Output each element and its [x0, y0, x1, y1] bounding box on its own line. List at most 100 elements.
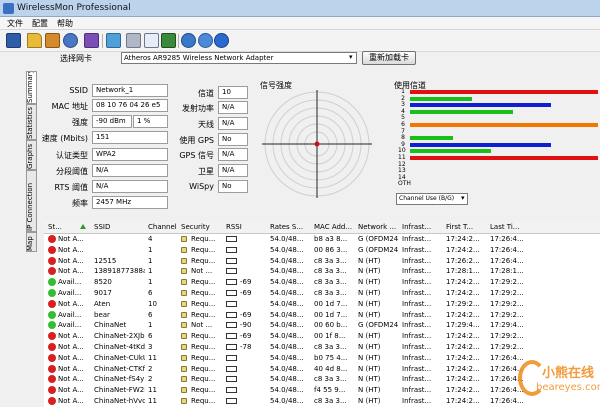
lock-icon	[181, 322, 187, 329]
table-row[interactable]: Avail... ChinaNet 1 Not ... -90 54.0/48... 00 …	[44, 320, 600, 331]
cell-security: Requ...	[191, 289, 216, 297]
cell-ssid: ChinaNet-2XJb	[94, 332, 145, 341]
cell-network: N (HT)	[358, 310, 381, 319]
cell-rates: 54.0/48...	[270, 321, 304, 330]
table-row[interactable]: Not A... 12515 1 Requ... 54.0/48... c8 3a 3..…	[44, 256, 600, 267]
column-header-network[interactable]: Network ...	[358, 223, 399, 231]
table-row[interactable]: Avail... bear 6 Requ... -69 54.0/48... 00 1d 7…	[44, 310, 600, 321]
table-row[interactable]: Not A... ChinaNet-fS4y 2 Requ... 54.0/48... c…	[44, 374, 600, 385]
table-row[interactable]: Not A... 4 Requ... 54.0/48... b8 a3 8... G (O…	[44, 234, 600, 245]
window-title: WirelessMon Professional	[17, 3, 131, 13]
table-row[interactable]: Not A... ChinaNet-CUkU 11 Requ... 54.0/48...…	[44, 353, 600, 364]
sort-ascending-icon[interactable]	[80, 224, 86, 229]
column-header-first-seen[interactable]: First T...	[446, 223, 487, 231]
strength-dbm-field: -90 dBm	[92, 115, 132, 128]
column-header-last-seen[interactable]: Last Ti...	[490, 223, 597, 231]
cell-channel: 11	[148, 386, 157, 395]
cell-infra: Infrast...	[402, 332, 432, 341]
cell-network: N (HT)	[358, 397, 381, 405]
checklist-icon[interactable]	[144, 33, 159, 48]
adapter-label: 选择网卡	[60, 54, 92, 63]
help-icon[interactable]	[198, 33, 213, 48]
table-row[interactable]: Not A... ChinaNet-2XJb 6 Requ... -69 54.0/48.…	[44, 331, 600, 342]
table-row[interactable]: Not A... 13891877388a 1 Not ... 54.0/48... c8…	[44, 266, 600, 277]
table-row[interactable]: Not A... 1 Requ... 54.0/48... 00 86 3... G (O…	[44, 245, 600, 256]
frag-threshold-label: 分段阈值	[56, 167, 88, 176]
cell-ssid: ChinaNet-CTKf	[94, 364, 145, 373]
signal-point	[314, 141, 320, 147]
channel-mode-select[interactable]: Channel Use (B/G)	[396, 193, 468, 205]
cell-ssid: 8520	[94, 278, 112, 287]
menu-config[interactable]: 配置	[32, 18, 48, 29]
chevron-down-icon[interactable]: ▾	[349, 53, 356, 63]
cell-infra: Infrast...	[402, 278, 432, 287]
unavailable-status-icon	[48, 397, 56, 405]
cell-first-seen: 17:24:2...	[446, 245, 480, 254]
cell-rates: 54.0/48...	[270, 278, 304, 287]
cell-last-seen: 17:29:2...	[490, 343, 524, 351]
column-header-infra[interactable]: Infrast...	[402, 223, 443, 231]
table-row[interactable]: Not A... ChinaNet-FW2K 11 Requ... 54.0/48...…	[44, 385, 600, 396]
cell-rssi: -69	[240, 289, 252, 297]
refresh-icon[interactable]	[106, 33, 121, 48]
wispy-label: WiSpy	[189, 182, 214, 191]
rssi-bar-icon	[226, 290, 237, 296]
cell-first-seen: 17:24:2...	[446, 310, 480, 319]
cell-mac: c8 3a 3...	[314, 289, 347, 297]
save-icon[interactable]	[6, 33, 21, 48]
table-row[interactable]: Not A... ChinaNet-hVvc 11 Requ... 54.0/48...…	[44, 396, 600, 407]
print-icon[interactable]	[84, 33, 99, 48]
table-row[interactable]: Not A... Aten 10 Requ... 54.0/48... 00 1d 7..…	[44, 299, 600, 310]
cell-channel: 3	[148, 343, 153, 351]
cell-rssi: -69	[240, 278, 252, 287]
column-header-rates[interactable]: Rates S...	[270, 223, 311, 231]
column-header-mac[interactable]: MAC Add...	[314, 223, 355, 231]
cell-first-seen: 17:26:2...	[446, 256, 480, 265]
cell-rssi: -90	[240, 321, 252, 330]
wispy-field: No	[218, 180, 248, 193]
table-row[interactable]: Avail... 8520 1 Requ... -69 54.0/48... c8 3a 3…	[44, 277, 600, 288]
tab-map[interactable]: Map	[26, 232, 37, 252]
column-header-ssid[interactable]: SSID	[94, 223, 145, 231]
globe-icon[interactable]	[181, 33, 196, 48]
reload-card-button[interactable]: 重新加载卡	[362, 51, 416, 65]
column-header-security[interactable]: Security	[181, 223, 223, 231]
cell-mac: 00 1d 7...	[314, 299, 348, 308]
cell-network: N (HT)	[358, 332, 381, 341]
gps-signal-field: N/A	[218, 148, 248, 161]
table-row[interactable]: Avail... 9017 6 Requ... -69 54.0/48... c8 3a 3…	[44, 288, 600, 299]
menu-help[interactable]: 帮助	[57, 18, 73, 29]
export-icon[interactable]	[45, 33, 60, 48]
lock-icon	[181, 268, 187, 275]
channel-use-chart: 1 2 3 4 5 6 7 8 9 10 11 12 13 14 OTH	[398, 88, 600, 191]
rssi-bar-icon	[226, 398, 237, 404]
cell-infra: Infrast...	[402, 256, 432, 265]
lock-icon	[181, 236, 187, 242]
cell-status: Not A...	[58, 386, 84, 395]
rssi-bar-icon	[226, 354, 237, 361]
unavailable-status-icon	[48, 386, 56, 395]
network-icon[interactable]	[63, 33, 78, 48]
cell-channel: 2	[148, 364, 153, 373]
column-header-rssi[interactable]: RSSI	[226, 223, 267, 231]
column-header-channel[interactable]: Channel	[148, 223, 178, 231]
chevron-down-icon[interactable]: ▾	[461, 194, 465, 202]
cell-channel: 6	[148, 310, 153, 319]
menu-file[interactable]: 文件	[7, 18, 23, 29]
cell-infra: Infrast...	[402, 375, 432, 384]
lock-icon	[181, 376, 187, 383]
cell-rates: 54.0/48...	[270, 256, 304, 265]
adapter-select[interactable]: Atheros AR9285 Wireless Network Adapter	[121, 52, 357, 64]
wireless-icon[interactable]	[161, 33, 176, 48]
cell-rates: 54.0/48...	[270, 299, 304, 308]
table-row[interactable]: Not A... ChinaNet-4tKd 3 Requ... -78 54.0/48.…	[44, 342, 600, 353]
cell-channel: 1	[148, 267, 153, 276]
lock-icon	[181, 279, 187, 286]
rssi-bar-icon	[226, 365, 237, 372]
cell-rates: 54.0/48...	[270, 267, 304, 276]
open-folder-icon[interactable]	[27, 33, 42, 48]
info-icon[interactable]	[214, 33, 229, 48]
table-row[interactable]: Not A... ChinaNet-CTKf 2 Requ... 54.0/48... 4…	[44, 364, 600, 375]
cell-mac: 00 60 b...	[314, 321, 348, 330]
settings-icon[interactable]	[126, 33, 141, 48]
